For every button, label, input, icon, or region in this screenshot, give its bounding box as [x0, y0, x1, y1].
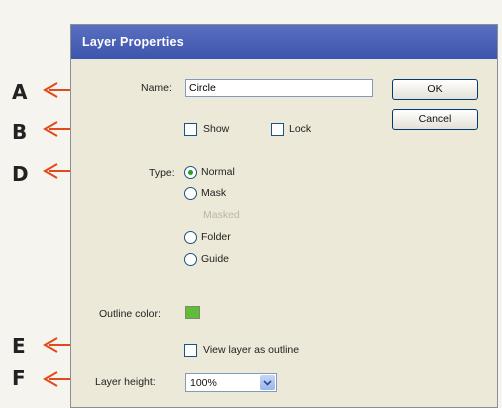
type-normal-radio[interactable]: [184, 166, 197, 179]
lock-checkbox[interactable]: [271, 123, 284, 136]
type-mask-radio[interactable]: [184, 187, 197, 200]
callout-letter-f: F: [12, 366, 26, 390]
layer-properties-dialog: Layer Properties Name: OK Cancel Show Lo…: [70, 24, 498, 408]
type-guide-radio[interactable]: [184, 253, 197, 266]
callout-letter-b: B: [12, 120, 28, 144]
type-mask-label: Mask: [201, 187, 227, 199]
layer-height-label: Layer height:: [95, 376, 156, 388]
type-folder-radio[interactable]: [184, 231, 197, 244]
type-masked-label: Masked: [203, 209, 240, 221]
view-outline-checkbox[interactable]: [184, 344, 197, 357]
chevron-down-icon[interactable]: [260, 375, 275, 390]
outline-color-swatch[interactable]: [185, 306, 200, 319]
name-label: Name:: [141, 82, 172, 94]
name-input[interactable]: [185, 79, 373, 97]
lock-label: Lock: [289, 123, 312, 135]
type-folder-label: Folder: [201, 231, 231, 243]
cancel-button[interactable]: Cancel: [392, 109, 478, 130]
show-checkbox[interactable]: [184, 123, 197, 136]
callout-letter-a: A: [12, 80, 28, 104]
ok-button[interactable]: OK: [392, 79, 478, 100]
type-normal-label: Normal: [201, 166, 235, 178]
type-guide-label: Guide: [201, 253, 230, 265]
callout-letter-d: D: [12, 162, 29, 186]
view-outline-label: View layer as outline: [203, 344, 300, 356]
layer-height-select[interactable]: 100%: [185, 373, 277, 392]
show-label: Show: [203, 123, 230, 135]
layer-height-value: 100%: [190, 377, 217, 389]
outline-color-label: Outline color:: [99, 308, 161, 320]
dialog-titlebar[interactable]: Layer Properties: [71, 25, 497, 59]
dialog-title: Layer Properties: [82, 35, 184, 49]
callout-letter-e: E: [12, 334, 26, 358]
type-label: Type:: [149, 167, 175, 179]
